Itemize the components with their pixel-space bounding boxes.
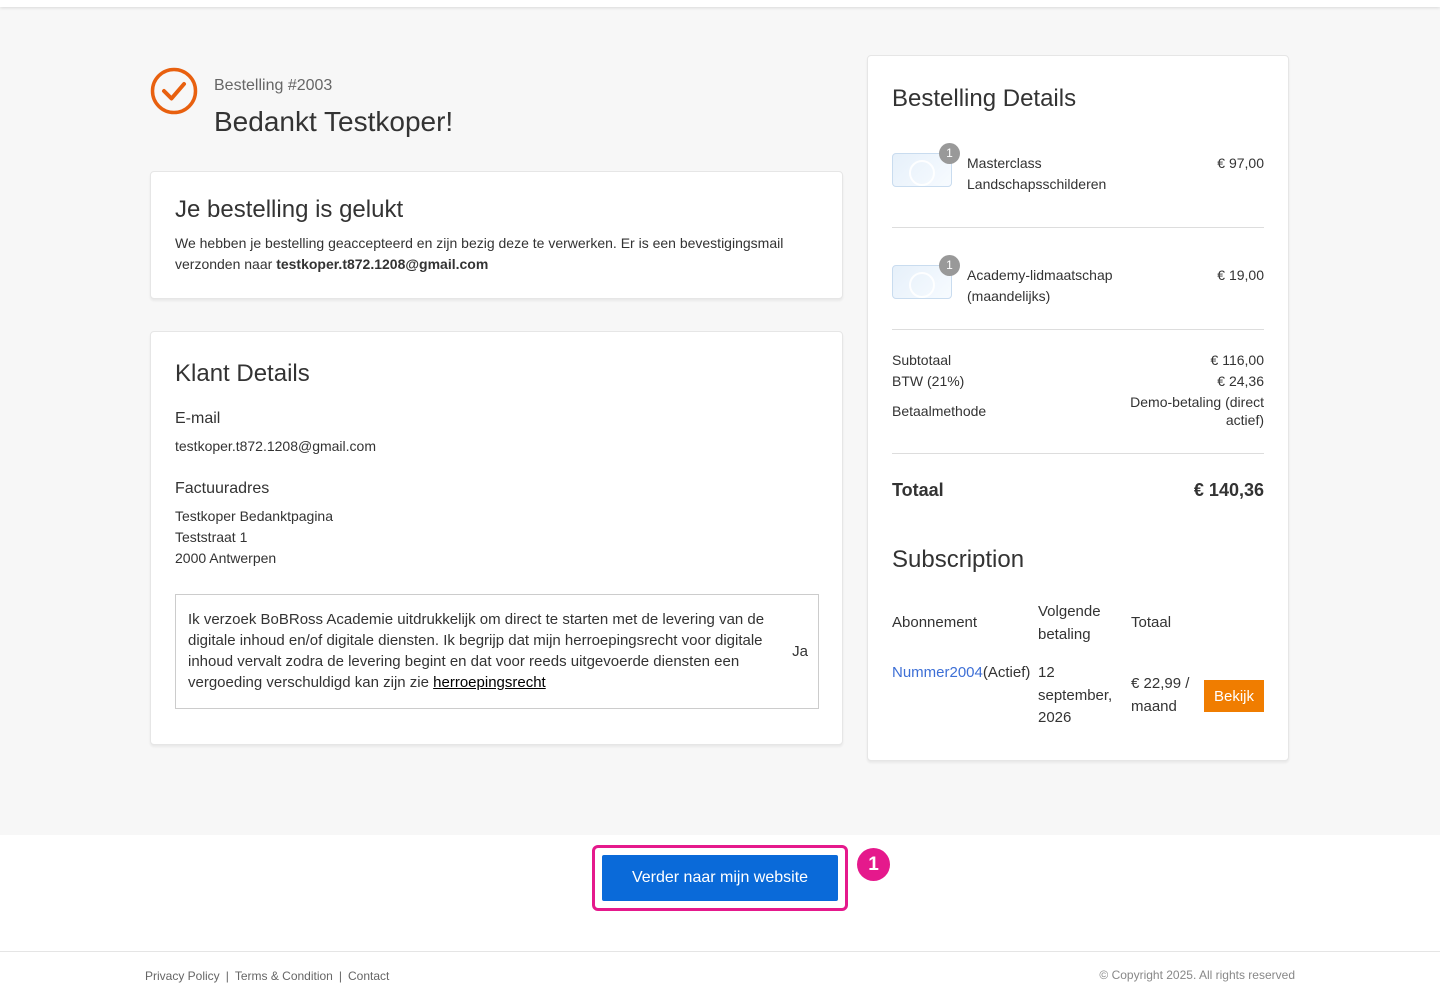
payment-row: Betaalmethode Demo-betaling (direct acti… bbox=[892, 394, 1264, 428]
order-details-card: Bestelling Details 1 Masterclass Landsch… bbox=[867, 55, 1289, 761]
copyright: © Copyright 2025. All rights reserved bbox=[1099, 968, 1295, 982]
main-area: Bestelling #2003 Bedankt Testkoper! Je b… bbox=[0, 7, 1440, 835]
subscription-next-date: 12 september, 2026 bbox=[1038, 664, 1113, 726]
consent-answer: Ja bbox=[792, 643, 808, 660]
divider bbox=[892, 453, 1264, 454]
item-name: Masterclass Landschapsschilderen bbox=[967, 155, 1107, 192]
success-message: We hebben je bestelling geaccepteerd en … bbox=[175, 233, 815, 275]
subscription-amount: € 22,99 / maand bbox=[1131, 675, 1190, 715]
subscription-title: Subscription bbox=[892, 546, 1025, 573]
total-label: Totaal bbox=[892, 480, 944, 500]
order-number: Bestelling #2003 bbox=[214, 77, 333, 94]
vat-label: BTW (21%) bbox=[892, 373, 965, 389]
payment-value: Demo-betaling (direct actief) bbox=[1130, 394, 1264, 428]
footer-separator: | bbox=[338, 969, 342, 983]
customer-details-card: Klant Details E-mail testkoper.t872.1208… bbox=[150, 331, 843, 745]
total-row: Totaal € 140,36 bbox=[892, 480, 1264, 501]
success-title: Je bestelling is gelukt bbox=[175, 196, 404, 223]
footer-links: Privacy Policy | Terms & Condition | Contact bbox=[145, 969, 389, 983]
order-details-title: Bestelling Details bbox=[892, 85, 1077, 112]
subscription-header-total: Totaal bbox=[1131, 614, 1172, 631]
page-title: Bedankt Testkoper! bbox=[214, 106, 454, 137]
privacy-policy-link[interactable]: Privacy Policy bbox=[145, 969, 220, 983]
vat-value: € 24,36 bbox=[1217, 373, 1264, 389]
subtotal-row: Subtotaal € 116,00 bbox=[892, 351, 1264, 369]
billing-name: Testkoper Bedanktpagina bbox=[175, 508, 333, 524]
continue-to-website-button[interactable]: Verder naar mijn website bbox=[602, 855, 838, 901]
billing-street: Teststraat 1 bbox=[175, 529, 248, 545]
subscription-plan-cell: Nummer2004(Actief) bbox=[892, 662, 1030, 684]
footer-separator: | bbox=[225, 969, 229, 983]
step-badge: 1 bbox=[857, 848, 890, 881]
footer-divider bbox=[0, 951, 1440, 952]
subscription-header-plan: Abonnement bbox=[892, 614, 978, 631]
view-subscription-button[interactable]: Bekijk bbox=[1204, 680, 1264, 712]
divider bbox=[892, 329, 1264, 330]
cta-highlight: Verder naar mijn website bbox=[592, 845, 848, 911]
herroepingsrecht-link[interactable]: herroepingsrecht bbox=[433, 674, 546, 691]
billing-city: 2000 Antwerpen bbox=[175, 550, 277, 566]
check-circle-icon bbox=[150, 67, 198, 115]
consent-box: Ik verzoek BoBRoss Academie uitdrukkelij… bbox=[175, 594, 819, 709]
contact-link[interactable]: Contact bbox=[348, 969, 389, 983]
customer-email: testkoper.t872.1208@gmail.com bbox=[175, 438, 376, 454]
payment-label: Betaalmethode bbox=[892, 403, 987, 419]
item-price: € 19,00 bbox=[1217, 267, 1264, 283]
order-item: 1 Academy-lidmaatschap (maandelijks) € 1… bbox=[892, 255, 1264, 325]
subscription-number-link[interactable]: Nummer2004 bbox=[892, 664, 983, 681]
order-item: 1 Masterclass Landschapsschilderen € 97,… bbox=[892, 143, 1264, 213]
quantity-badge: 1 bbox=[939, 255, 960, 276]
quantity-badge: 1 bbox=[939, 143, 960, 164]
vat-row: BTW (21%) € 24,36 bbox=[892, 372, 1264, 390]
subscription-status: (Actief) bbox=[982, 664, 1031, 681]
confirmation-email: testkoper.t872.1208@gmail.com bbox=[276, 256, 489, 272]
total-value: € 140,36 bbox=[1193, 480, 1264, 500]
email-label: E-mail bbox=[175, 410, 221, 427]
divider bbox=[892, 227, 1264, 228]
success-card: Je bestelling is gelukt We hebben je bes… bbox=[150, 171, 843, 299]
customer-details-title: Klant Details bbox=[175, 360, 310, 387]
consent-text: Ik verzoek BoBRoss Academie uitdrukkelij… bbox=[188, 609, 778, 693]
item-price: € 97,00 bbox=[1217, 155, 1264, 171]
top-bar bbox=[0, 0, 1440, 7]
subtotal-label: Subtotaal bbox=[892, 352, 952, 368]
terms-link[interactable]: Terms & Condition bbox=[235, 969, 333, 983]
billing-label: Factuuradres bbox=[175, 480, 270, 497]
subscription-header-next: Volgende betaling bbox=[1038, 603, 1101, 643]
item-name: Academy-lidmaatschap (maandelijks) bbox=[967, 267, 1113, 304]
subtotal-value: € 116,00 bbox=[1210, 352, 1264, 368]
